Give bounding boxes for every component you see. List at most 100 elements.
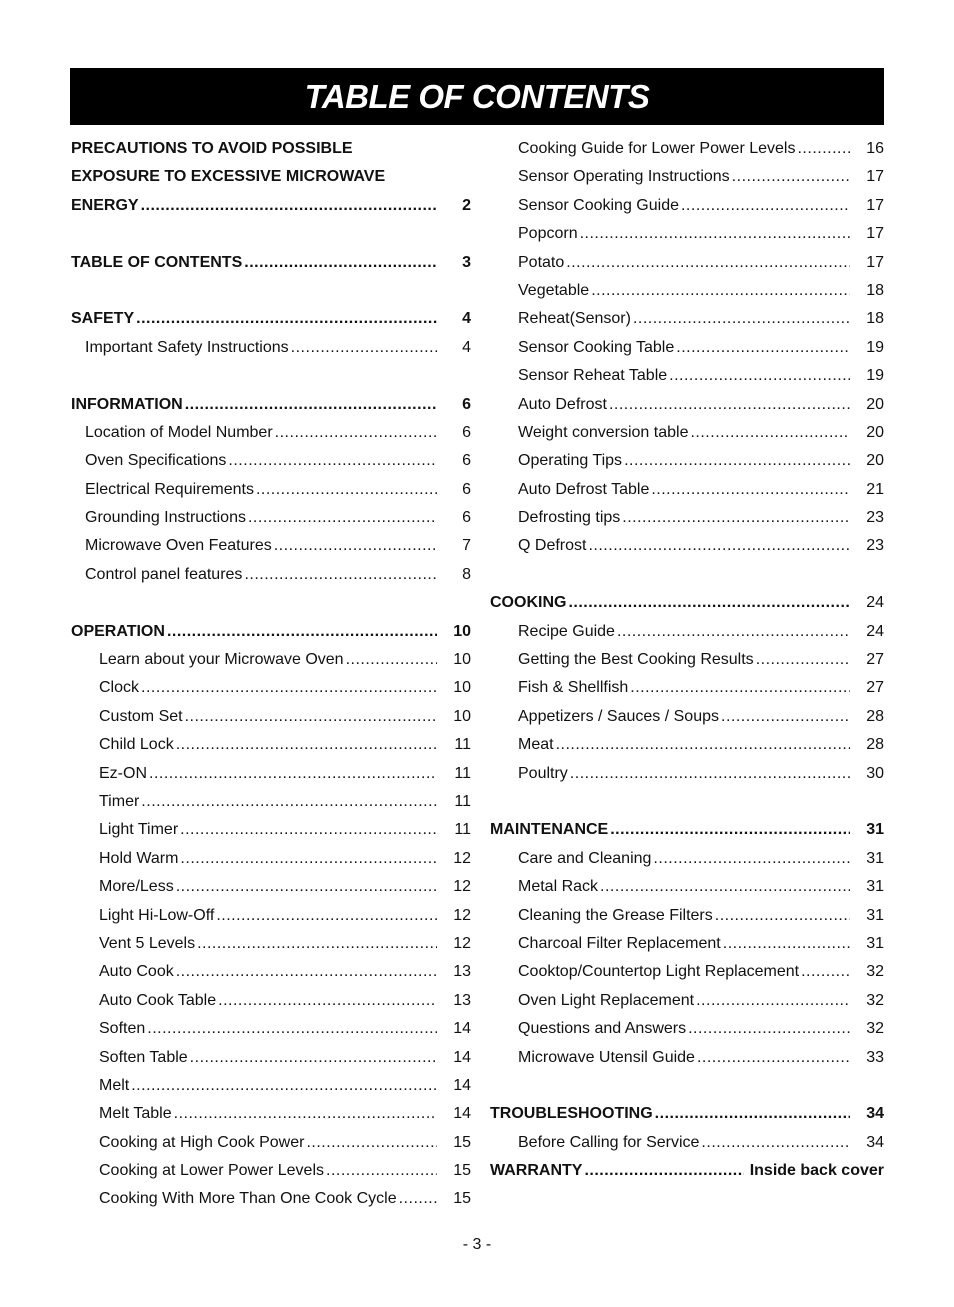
toc-entry[interactable]: Defrosting tips 23 xyxy=(490,504,884,532)
dot-leader xyxy=(756,646,850,674)
toc-entry[interactable]: Fish & Shellfish 27 xyxy=(490,674,884,702)
entry-title: ENERGY xyxy=(71,196,139,214)
toc-entry[interactable]: Location of Model Number 6 xyxy=(71,419,471,447)
toc-section-entry[interactable]: TROUBLESHOOTING 34 xyxy=(490,1100,884,1128)
entry-page-number: 32 xyxy=(866,963,884,981)
toc-entry[interactable]: Q Defrost 23 xyxy=(490,532,884,560)
entry-page-number: 6 xyxy=(462,423,471,441)
dot-leader xyxy=(688,1015,850,1043)
toc-entry[interactable]: Ez-ON 11 xyxy=(71,760,471,788)
toc-entry[interactable]: Reheat(Sensor) 18 xyxy=(490,305,884,333)
entry-title: EXPOSURE TO EXCESSIVE MICROWAVE xyxy=(71,168,386,186)
toc-entry[interactable]: Oven Light Replacement 32 xyxy=(490,987,884,1015)
toc-entry[interactable]: Clock 10 xyxy=(71,674,471,702)
toc-entry[interactable]: Cleaning the Grease Filters 31 xyxy=(490,902,884,930)
toc-entry[interactable]: Cooktop/Countertop Light Replacement 32 xyxy=(490,958,884,986)
toc-entry[interactable]: Meat 28 xyxy=(490,731,884,759)
entry-title: OPERATION xyxy=(71,622,165,640)
dot-leader xyxy=(141,192,437,220)
toc-entry[interactable]: Sensor Reheat Table 19 xyxy=(490,362,884,390)
toc-entry[interactable]: Weight conversion table 20 xyxy=(490,419,884,447)
entry-title: Metal Rack xyxy=(518,878,599,896)
entry-page-number: 2 xyxy=(462,196,471,214)
toc-entry[interactable]: Metal Rack 31 xyxy=(490,873,884,901)
toc-entry[interactable]: Auto Defrost Table 21 xyxy=(490,476,884,504)
toc-entry[interactable]: Sensor Operating Instructions 17 xyxy=(490,163,884,191)
toc-section-entry[interactable]: ENERGY 2 xyxy=(71,192,471,220)
dot-leader xyxy=(669,362,850,390)
toc-entry[interactable]: Poultry 30 xyxy=(490,760,884,788)
toc-entry[interactable]: Auto Cook 13 xyxy=(71,958,471,986)
entry-title: SAFETY xyxy=(71,310,135,328)
toc-entry[interactable]: Popcorn 17 xyxy=(490,220,884,248)
toc-entry[interactable]: Control panel features 8 xyxy=(71,561,471,589)
dot-leader xyxy=(681,192,850,220)
toc-entry[interactable]: Important Safety Instructions 4 xyxy=(71,334,471,362)
toc-entry[interactable]: Auto Cook Table 13 xyxy=(71,987,471,1015)
toc-section-entry[interactable]: WARRANTY Inside back cover xyxy=(490,1157,884,1185)
entry-title: Cooking Guide for Lower Power Levels xyxy=(518,140,796,157)
toc-entry[interactable]: Operating Tips 20 xyxy=(490,447,884,475)
toc-section-entry[interactable]: MAINTENANCE 31 xyxy=(490,816,884,844)
entry-title: Light Hi-Low-Off xyxy=(99,906,215,924)
toc-entry[interactable]: Melt 14 xyxy=(71,1072,471,1100)
entry-title: Microwave Oven Features xyxy=(85,537,272,555)
toc-entry[interactable]: Custom Set 10 xyxy=(71,703,471,731)
entry-title: Meat xyxy=(518,736,554,754)
entry-page-number: 17 xyxy=(866,196,884,214)
entry-page-number: 11 xyxy=(454,764,471,782)
toc-entry[interactable]: Vent 5 Levels 12 xyxy=(71,930,471,958)
toc-entry[interactable]: Charcoal Filter Replacement 31 xyxy=(490,930,884,958)
toc-entry[interactable]: Soften 14 xyxy=(71,1015,471,1043)
toc-entry[interactable]: Before Calling for Service 34 xyxy=(490,1129,884,1157)
toc-entry[interactable]: Cooking With More Than One Cook Cycle 15 xyxy=(71,1185,471,1213)
toc-entry[interactable]: Potato 17 xyxy=(490,249,884,277)
dot-leader xyxy=(228,447,437,475)
entry-title: COOKING xyxy=(490,594,567,612)
toc-section-entry[interactable]: EXPOSURE TO EXCESSIVE MICROWAVE xyxy=(71,163,471,191)
toc-entry[interactable]: Grounding Instructions 6 xyxy=(71,504,471,532)
toc-entry[interactable]: Care and Cleaning 31 xyxy=(490,845,884,873)
entry-title: Oven Light Replacement xyxy=(518,991,695,1009)
toc-entry[interactable]: Oven Specifications 6 xyxy=(71,447,471,475)
entry-title: TROUBLESHOOTING xyxy=(490,1105,653,1123)
entry-page-number: 19 xyxy=(866,338,884,356)
entry-page-number: 24 xyxy=(866,594,884,612)
toc-entry[interactable]: Recipe Guide 24 xyxy=(490,618,884,646)
toc-entry[interactable]: Light Hi-Low-Off 12 xyxy=(71,902,471,930)
toc-entry[interactable]: Appetizers / Sauces / Soups 28 xyxy=(490,703,884,731)
toc-entry[interactable]: Electrical Requirements 6 xyxy=(71,476,471,504)
toc-section-entry[interactable]: TABLE OF CONTENTS 3 xyxy=(71,249,471,277)
toc-section-entry[interactable]: INFORMATION 6 xyxy=(71,391,471,419)
toc-entry[interactable]: Getting the Best Cooking Results 27 xyxy=(490,646,884,674)
toc-section-entry[interactable]: COOKING 24 xyxy=(490,589,884,617)
entry-title: Cooking at High Cook Power xyxy=(99,1133,305,1151)
toc-entry[interactable]: Child Lock 11 xyxy=(71,731,471,759)
entry-page-number: 15 xyxy=(453,1133,471,1151)
toc-entry[interactable]: Light Timer 11 xyxy=(71,816,471,844)
toc-entry[interactable]: Microwave Oven Features 7 xyxy=(71,532,471,560)
toc-entry[interactable]: Melt Table 14 xyxy=(71,1100,471,1128)
entry-title: Weight conversion table xyxy=(518,423,689,441)
toc-section-entry[interactable]: SAFETY 4 xyxy=(71,305,471,333)
toc-entry[interactable]: Auto Defrost 20 xyxy=(490,391,884,419)
toc-entry[interactable]: Hold Warm 12 xyxy=(71,845,471,873)
toc-entry[interactable]: Cooking Guide for Lower Power Levels 16 xyxy=(490,135,884,163)
toc-entry[interactable]: Learn about your Microwave Oven 10 xyxy=(71,646,471,674)
toc-entry[interactable]: Cooking at Lower Power Levels 15 xyxy=(71,1157,471,1185)
toc-entry[interactable]: Microwave Utensil Guide 33 xyxy=(490,1044,884,1072)
toc-entry[interactable]: Timer 11 xyxy=(71,788,471,816)
toc-entry[interactable]: Sensor Cooking Table 19 xyxy=(490,334,884,362)
toc-entry[interactable]: More/Less 12 xyxy=(71,873,471,901)
toc-entry[interactable]: Vegetable 18 xyxy=(490,277,884,305)
entry-page-number: 6 xyxy=(462,452,471,470)
toc-entry[interactable]: Cooking at High Cook Power 15 xyxy=(71,1129,471,1157)
toc-entry[interactable]: Soften Table 14 xyxy=(71,1044,471,1072)
toc-entry[interactable]: Sensor Cooking Guide 17 xyxy=(490,192,884,220)
entry-page-number: 4 xyxy=(462,310,471,328)
toc-section-entry[interactable]: PRECAUTIONS TO AVOID POSSIBLE xyxy=(71,135,471,163)
toc-section-entry[interactable]: OPERATION 10 xyxy=(71,618,471,646)
entry-page-number: 23 xyxy=(866,509,884,527)
toc-entry[interactable]: Questions and Answers 32 xyxy=(490,1015,884,1043)
